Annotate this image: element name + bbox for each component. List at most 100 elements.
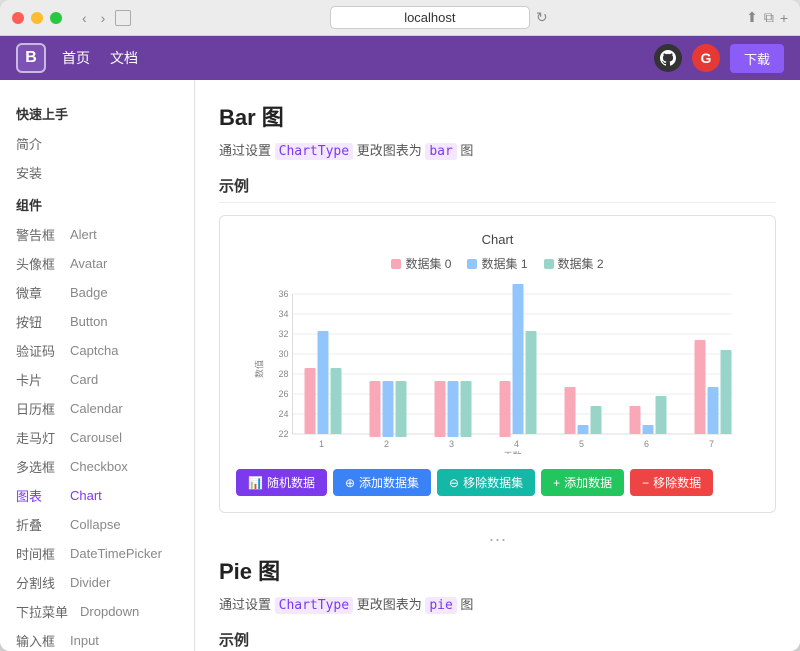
scroll-indicator: ··· <box>219 529 776 550</box>
add-data-button[interactable]: + 添加数据 <box>541 469 624 496</box>
chart-title: Chart <box>236 232 759 247</box>
minimize-button[interactable] <box>31 12 43 24</box>
svg-text:5: 5 <box>579 439 584 449</box>
svg-text:7: 7 <box>709 439 714 449</box>
sidebar-item-divider[interactable]: 分割线 Divider <box>0 568 194 597</box>
app-window: ‹ › localhost ↻ ⬆ ⧉ + B 首页 文档 G 下载 <box>0 0 800 651</box>
chart-buttons: 📊 随机数据 ⊕ 添加数据集 ⊖ 移除数据集 + 添加数据 <box>236 469 759 496</box>
pie-section-title: Pie 图 <box>219 554 776 586</box>
svg-text:3: 3 <box>449 439 454 449</box>
sidebar-item-install[interactable]: 安装 <box>0 158 194 187</box>
sidebar-item-button[interactable]: 按钮 Button <box>0 307 194 336</box>
svg-text:26: 26 <box>278 389 288 399</box>
svg-text:36: 36 <box>278 289 288 299</box>
url-bar-area: localhost ↻ <box>131 6 746 29</box>
svg-text:4: 4 <box>514 439 519 449</box>
random-data-label: 随机数据 <box>267 474 315 491</box>
svg-text:24: 24 <box>278 409 288 419</box>
nav-home[interactable]: 首页 <box>62 48 90 68</box>
add-data-icon: + <box>553 476 560 490</box>
titlebar-actions: ⬆ ⧉ + <box>746 9 788 26</box>
bar-chart-svg: 36 34 32 30 28 26 24 22 数值 <box>236 284 759 454</box>
nav-docs[interactable]: 文档 <box>110 48 138 68</box>
browser-nav: ‹ › <box>78 8 131 28</box>
svg-text:天数: 天数 <box>503 450 521 454</box>
svg-text:6: 6 <box>644 439 649 449</box>
add-dataset-icon: ⊕ <box>345 476 355 490</box>
legend-label-1: 数据集 1 <box>481 255 527 272</box>
titlebar: ‹ › localhost ↻ ⬆ ⧉ + <box>0 0 800 36</box>
sidebar-section-quickstart: 快速上手 <box>0 96 194 129</box>
sidebar-item-collapse[interactable]: 折叠 Collapse <box>0 510 194 539</box>
remove-data-button[interactable]: − 移除数据 <box>630 469 713 496</box>
bar-section-desc: 通过设置 ChartType 更改图表为 bar 图 <box>219 140 776 159</box>
tab-view-button[interactable] <box>115 10 131 26</box>
app-header: B 首页 文档 G 下载 <box>0 36 800 80</box>
bar-section-title: Bar 图 <box>219 100 776 132</box>
add-button[interactable]: + <box>780 9 788 26</box>
legend-label-0: 数据集 0 <box>405 255 451 272</box>
svg-text:2: 2 <box>384 439 389 449</box>
add-dataset-button[interactable]: ⊕ 添加数据集 <box>333 469 431 496</box>
app-logo: B <box>16 43 46 73</box>
legend-label-2: 数据集 2 <box>558 255 604 272</box>
header-right: G 下载 <box>654 44 784 73</box>
remove-dataset-icon: ⊖ <box>449 476 459 490</box>
add-data-label: 添加数据 <box>564 474 612 491</box>
reload-button[interactable]: ↻ <box>536 9 548 26</box>
svg-text:1: 1 <box>319 439 324 449</box>
window-controls <box>12 12 62 24</box>
sidebar-item-input[interactable]: 输入框 Input <box>0 626 194 651</box>
sidebar-item-card[interactable]: 卡片 Card <box>0 365 194 394</box>
download-button[interactable]: 下载 <box>730 44 784 73</box>
legend-color-2 <box>544 259 554 269</box>
svg-text:28: 28 <box>278 369 288 379</box>
url-input[interactable]: localhost <box>330 6 530 29</box>
forward-button[interactable]: › <box>97 8 110 28</box>
close-button[interactable] <box>12 12 24 24</box>
pie-example-label: 示例 <box>219 629 776 651</box>
svg-text:34: 34 <box>278 309 288 319</box>
svg-text:数值: 数值 <box>254 360 265 378</box>
remove-dataset-label: 移除数据集 <box>463 474 523 491</box>
remove-dataset-button[interactable]: ⊖ 移除数据集 <box>437 469 535 496</box>
sidebar-item-intro[interactable]: 简介 <box>0 129 194 158</box>
share-button[interactable]: ⬆ <box>746 9 758 26</box>
sidebar-item-badge[interactable]: 微章 Badge <box>0 278 194 307</box>
sidebar-item-avatar[interactable]: 头像框 Avatar <box>0 249 194 278</box>
random-data-button[interactable]: 📊 随机数据 <box>236 469 327 496</box>
bar-example-label: 示例 <box>219 175 776 203</box>
github-icon[interactable] <box>654 44 682 72</box>
new-tab-button[interactable]: ⧉ <box>764 9 774 26</box>
content-area: Bar 图 通过设置 ChartType 更改图表为 bar 图 示例 Char… <box>195 80 800 651</box>
sidebar-section-components: 组件 <box>0 187 194 220</box>
sidebar-item-checkbox[interactable]: 多选框 Checkbox <box>0 452 194 481</box>
sidebar-item-dropdown[interactable]: 下拉菜单 Dropdown <box>0 597 194 626</box>
bar-chart-icon: 📊 <box>248 476 263 490</box>
main-layout: 快速上手 简介 安装 组件 警告框 Alert 头像框 Avatar 微章 Ba… <box>0 80 800 651</box>
legend-item-1: 数据集 1 <box>467 255 527 272</box>
sidebar-item-carousel[interactable]: 走马灯 Carousel <box>0 423 194 452</box>
chart-legend: 数据集 0 数据集 1 数据集 2 <box>236 255 759 272</box>
maximize-button[interactable] <box>50 12 62 24</box>
svg-text:22: 22 <box>278 429 288 439</box>
sidebar-item-calendar[interactable]: 日历框 Calendar <box>0 394 194 423</box>
app-nav: 首页 文档 <box>62 48 138 68</box>
sidebar-item-chart[interactable]: 图表 Chart <box>0 481 194 510</box>
sidebar: 快速上手 简介 安装 组件 警告框 Alert 头像框 Avatar 微章 Ba… <box>0 80 195 651</box>
remove-data-label: 移除数据 <box>653 474 701 491</box>
legend-item-2: 数据集 2 <box>544 255 604 272</box>
legend-item-0: 数据集 0 <box>391 255 451 272</box>
pie-section-desc: 通过设置 ChartType 更改图表为 pie 图 <box>219 594 776 613</box>
legend-color-1 <box>467 259 477 269</box>
sidebar-item-captcha[interactable]: 验证码 Captcha <box>0 336 194 365</box>
svg-text:30: 30 <box>278 349 288 359</box>
sidebar-item-datetimepicker[interactable]: 时间框 DateTimePicker <box>0 539 194 568</box>
svg-text:32: 32 <box>278 329 288 339</box>
add-dataset-label: 添加数据集 <box>359 474 419 491</box>
g-icon[interactable]: G <box>692 44 720 72</box>
bar-chart-container: Chart 数据集 0 数据集 1 数据集 2 <box>219 215 776 513</box>
back-button[interactable]: ‹ <box>78 8 91 28</box>
sidebar-item-alert[interactable]: 警告框 Alert <box>0 220 194 249</box>
remove-data-icon: − <box>642 476 649 490</box>
